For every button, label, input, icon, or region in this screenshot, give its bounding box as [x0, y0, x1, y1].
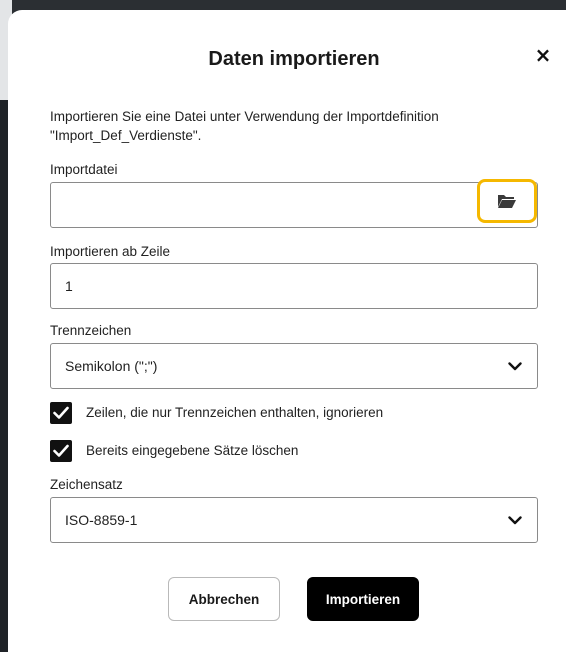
separator-select[interactable]: Semikolon (";") — [50, 343, 538, 389]
dialog-description: Importieren Sie eine Datei unter Verwend… — [50, 109, 439, 143]
chevron-down-icon — [508, 362, 522, 371]
charset-label: Zeichensatz — [50, 477, 123, 492]
ignore-separator-rows-checkbox[interactable] — [50, 402, 72, 424]
delete-existing-records-label[interactable]: Bereits eingegebene Sätze löschen — [86, 443, 298, 458]
chevron-down-icon — [508, 516, 522, 525]
charset-select[interactable]: ISO-8859-1 — [50, 497, 538, 543]
start-row-input[interactable]: 1 — [50, 263, 538, 309]
browse-file-button[interactable] — [477, 179, 537, 223]
import-button[interactable]: Importieren — [307, 577, 419, 621]
delete-existing-records-checkbox[interactable] — [50, 440, 72, 462]
import-file-input[interactable] — [50, 182, 538, 228]
checkmark-icon — [53, 406, 69, 419]
charset-selected: ISO-8859-1 — [65, 512, 138, 528]
ignore-separator-rows-label[interactable]: Zeilen, die nur Trennzeichen enthalten, … — [86, 405, 383, 420]
start-row-value: 1 — [65, 278, 73, 294]
checkmark-icon — [53, 444, 69, 457]
separator-selected: Semikolon (";") — [65, 358, 158, 374]
separator-label: Trennzeichen — [50, 323, 132, 338]
folder-open-icon — [498, 195, 516, 208]
dialog-title: Daten importieren — [208, 48, 380, 70]
import-file-label: Importdatei — [50, 162, 118, 177]
cancel-button[interactable]: Abbrechen — [168, 577, 280, 621]
start-row-label: Importieren ab Zeile — [50, 244, 171, 259]
